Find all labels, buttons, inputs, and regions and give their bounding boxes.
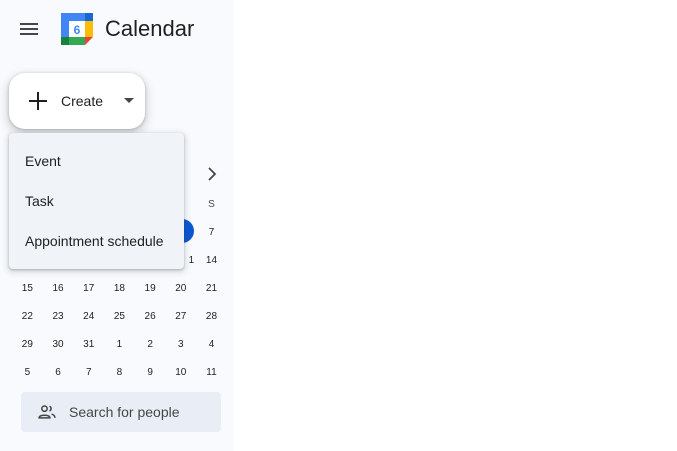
day-cell[interactable]: 2 (135, 330, 166, 358)
day-cell[interactable]: 10 (165, 358, 196, 386)
main-content (234, 0, 677, 451)
day-cell[interactable]: 1 (104, 330, 135, 358)
search-people-input[interactable]: Search for people (21, 392, 221, 432)
create-menu: Event Task Appointment schedule (9, 133, 184, 269)
day-cell[interactable]: 31 (73, 330, 104, 358)
day-cell[interactable]: 16 (43, 274, 74, 302)
day-cell[interactable]: 29 (12, 330, 43, 358)
hamburger-icon (20, 23, 38, 35)
week-row: 22 23 24 25 26 27 28 (12, 302, 227, 330)
logo-day: 6 (74, 23, 81, 37)
day-cell[interactable]: 24 (73, 302, 104, 330)
day-cell[interactable]: 8 (104, 358, 135, 386)
create-button[interactable]: Create (9, 73, 145, 129)
day-cell[interactable]: 22 (12, 302, 43, 330)
caret-down-icon (124, 98, 134, 103)
day-cell[interactable]: 23 (43, 302, 74, 330)
app-title: Calendar (105, 16, 195, 41)
create-button-label: Create (61, 93, 104, 109)
day-cell[interactable]: 15 (12, 274, 43, 302)
people-icon (38, 405, 56, 419)
day-cell[interactable]: 17 (73, 274, 104, 302)
search-people-placeholder: Search for people (69, 404, 180, 420)
menu-item-task[interactable]: Task (9, 181, 184, 221)
calendar-logo[interactable]: 6 (61, 13, 93, 45)
sidebar: 6 Calendar Create S 7 1 14 15 16 17 18 1… (0, 0, 234, 451)
week-row: 5 6 7 8 9 10 11 (12, 358, 227, 386)
day-cell[interactable]: 6 (43, 358, 74, 386)
day-cell[interactable]: 7 (196, 218, 227, 246)
day-cell[interactable]: 25 (104, 302, 135, 330)
day-cell[interactable]: 27 (165, 302, 196, 330)
day-cell[interactable]: 18 (104, 274, 135, 302)
plus-icon (29, 92, 47, 110)
chevron-right-icon (208, 167, 217, 181)
week-row: 29 30 31 1 2 3 4 (12, 330, 227, 358)
day-cell[interactable]: 9 (135, 358, 166, 386)
day-cell[interactable]: 11 (196, 358, 227, 386)
week-row: 15 16 17 18 19 20 21 (12, 274, 227, 302)
day-cell[interactable]: 14 (196, 246, 227, 274)
menu-item-appointment-schedule[interactable]: Appointment schedule (9, 221, 184, 261)
next-month-button[interactable] (200, 162, 224, 186)
weekday-saturday: S (208, 198, 215, 210)
day-cell[interactable]: 4 (196, 330, 227, 358)
main-menu-button[interactable] (17, 17, 41, 41)
menu-item-event[interactable]: Event (9, 141, 184, 181)
day-cell[interactable]: 3 (165, 330, 196, 358)
day-cell[interactable]: 20 (165, 274, 196, 302)
day-cell[interactable]: 21 (196, 274, 227, 302)
calendar-logo-icon: 6 (61, 13, 93, 45)
day-cell[interactable]: 28 (196, 302, 227, 330)
day-cell[interactable]: 30 (43, 330, 74, 358)
day-cell[interactable]: 19 (135, 274, 166, 302)
day-cell[interactable]: 7 (73, 358, 104, 386)
day-cell[interactable]: 5 (12, 358, 43, 386)
day-cell[interactable]: 26 (135, 302, 166, 330)
